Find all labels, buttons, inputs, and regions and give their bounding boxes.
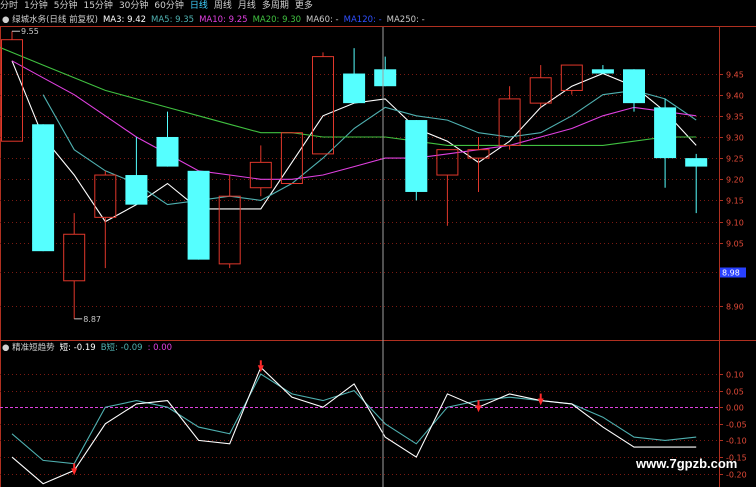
candle-body	[218, 195, 241, 265]
price-tick-label: 9.05	[726, 240, 744, 249]
watermark: www.7gpzb.com	[636, 456, 738, 471]
indicator-tick-label: 0.00	[726, 404, 744, 413]
candle-body	[187, 170, 210, 260]
candle	[125, 136, 148, 205]
candle	[94, 170, 117, 269]
candle-body	[529, 77, 552, 104]
candle	[187, 170, 210, 260]
b-short-line	[11, 373, 697, 465]
indicator-tick-label: -0.20	[726, 471, 747, 480]
candle	[374, 56, 397, 87]
price-axis: 9.45 9.40 9.35 9.30 9.25 9.20 9.15 9.10 9.05 8.98…	[719, 71, 746, 312]
high-label: 9.55	[21, 27, 39, 36]
indicator-lines	[11, 360, 697, 485]
candle-body	[374, 69, 397, 87]
price-tick-label: 8.98	[722, 269, 740, 278]
candle-body	[343, 73, 366, 104]
price-tick-label: 9.20	[726, 176, 744, 185]
stock-chart[interactable]: 9.45 9.40 9.35 9.30 9.25 9.20 9.15 9.10 9.05 8.98…	[0, 0, 756, 487]
candle-body	[654, 107, 677, 159]
candle-body	[405, 120, 428, 192]
price-tick-label: 9.15	[726, 197, 744, 206]
ma-lines	[0, 46, 697, 223]
price-tick-label: 8.90	[726, 303, 744, 312]
candle-body	[249, 161, 272, 189]
price-tick-label: 9.30	[726, 134, 744, 143]
candle	[63, 213, 86, 319]
low-label: 8.87	[83, 315, 101, 324]
price-tick-label: 9.45	[726, 71, 744, 80]
candle-body	[125, 175, 148, 205]
price-tick-label: 9.10	[726, 219, 744, 228]
indicator-tick-label: 0.10	[726, 371, 744, 380]
candle-body	[63, 233, 86, 282]
price-grid	[0, 74, 719, 307]
candle-body	[685, 158, 708, 167]
candle-body	[498, 98, 521, 146]
indicator-tick-label: -0.10	[726, 437, 747, 446]
candle	[405, 120, 428, 201]
candle	[218, 175, 241, 269]
candle	[591, 65, 614, 74]
candle	[312, 52, 334, 155]
candle	[685, 153, 708, 214]
candle	[560, 64, 583, 95]
candle-body	[623, 69, 645, 104]
price-tick-label: 9.40	[726, 92, 744, 101]
signal-arrow-icon	[537, 398, 544, 406]
candle	[623, 69, 645, 112]
indicator-tick-label: -0.05	[726, 421, 747, 430]
indicator-tick-label: 0.05	[726, 388, 744, 397]
candle	[249, 145, 272, 197]
price-tick-label: 9.25	[726, 155, 744, 164]
short-line	[11, 366, 697, 485]
candle	[1, 31, 23, 142]
candle-body	[591, 69, 614, 74]
candle-body	[32, 124, 55, 252]
candle	[343, 48, 366, 104]
candle	[436, 149, 459, 226]
candle-body	[156, 136, 179, 167]
candle	[32, 124, 55, 252]
candle	[156, 111, 179, 167]
price-tick-label: 9.35	[726, 113, 744, 122]
indicator-grid	[0, 374, 719, 475]
signal-arrow-icon	[475, 405, 482, 413]
candle	[529, 65, 552, 108]
candle	[654, 98, 677, 188]
candle-body	[312, 56, 334, 155]
price-annotations: 9.55 8.87	[12, 27, 101, 324]
